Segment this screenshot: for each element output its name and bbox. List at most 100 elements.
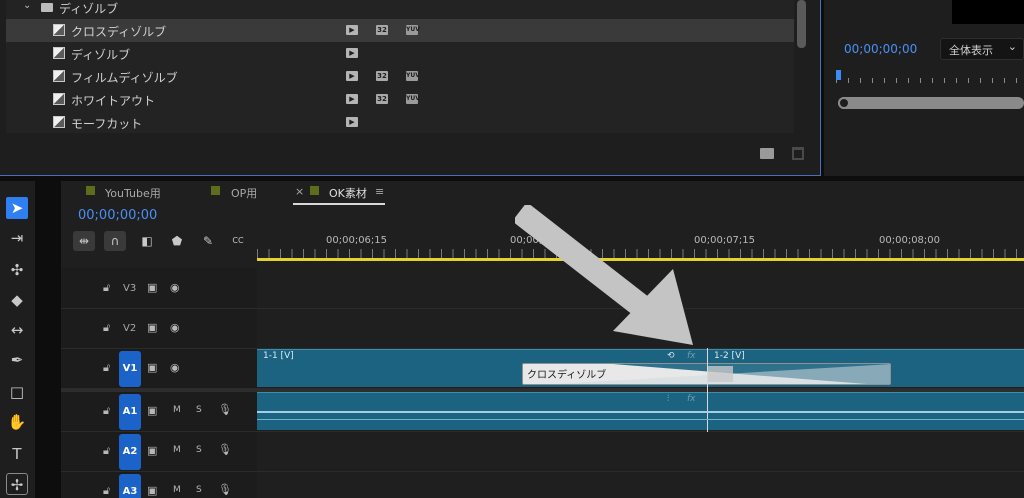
sequence-color-swatch (211, 186, 220, 195)
program-zoom-scrollbar[interactable] (838, 97, 1024, 109)
transition-icon (53, 70, 65, 82)
effect-item-white-out[interactable]: ホワイトアウト ▶ 32 YUV (6, 88, 794, 111)
track-target-v1[interactable]: V1 (119, 351, 141, 387)
track-target-a1[interactable]: A1 (119, 394, 141, 430)
toggle-sync-lock-icon[interactable]: ▣ (147, 404, 157, 417)
program-video-frame (952, 0, 1024, 24)
fit-dropdown-value: 全体表示 (949, 44, 993, 57)
accelerated-icon: ▶ (346, 117, 358, 127)
tools-panel: ➤ ⇥ ✣ ◆ ↔ ✒ □ ✋ T ✢ (0, 181, 35, 498)
razor-tool-icon[interactable]: ◆ (6, 289, 28, 311)
speed-icon: ⟲ (667, 351, 675, 361)
zoom-handle[interactable] (838, 97, 850, 109)
lock-icon[interactable]: 🔓︎ (103, 281, 110, 295)
insert-nest-icon[interactable]: ⇹ (73, 231, 95, 251)
captions-icon[interactable]: CC (227, 231, 249, 251)
lock-icon[interactable]: 🔓︎ (103, 361, 110, 375)
chevron-down-icon: ⌄ (1007, 40, 1017, 53)
track-name: V2 (123, 323, 137, 334)
accelerated-icon: ▶ (346, 25, 358, 35)
time-ruler[interactable] (257, 249, 1024, 258)
eye-icon[interactable]: ◉ (170, 281, 180, 294)
transition-icon (53, 93, 65, 105)
mute-button[interactable]: M (173, 445, 181, 455)
transition-icon (53, 47, 65, 59)
waveform-icon: ⫶ (667, 394, 670, 404)
ripple-edit-tool-icon[interactable]: ✣ (6, 259, 28, 281)
accelerated-icon: ▶ (346, 71, 358, 81)
tab-menu-icon[interactable]: ≡ (375, 185, 384, 198)
rectangle-tool-icon[interactable]: □ (6, 381, 28, 403)
chevron-down-icon[interactable]: ⌄ (23, 0, 31, 11)
yuv-icon: YUV (406, 94, 420, 104)
effects-folder-dissolve[interactable]: ⌄ ディゾルブ (6, 0, 794, 18)
toggle-sync-lock-icon[interactable]: ▣ (147, 444, 157, 457)
lock-icon[interactable]: 🔓︎ (103, 404, 110, 418)
lock-icon[interactable]: 🔓︎ (103, 444, 110, 458)
clip-label: 1-1 [V] (263, 351, 294, 361)
selection-tool-icon[interactable]: ➤ (6, 197, 28, 219)
add-marker-icon[interactable]: ⬟ (166, 231, 188, 251)
solo-button[interactable]: S (196, 445, 202, 455)
effect-item-label: フィルムディゾルブ (71, 71, 178, 85)
ruler-label: 00;00;07;00 (510, 235, 572, 246)
toggle-sync-lock-icon[interactable]: ▣ (147, 361, 157, 374)
lock-icon[interactable]: 🔓︎ (103, 321, 110, 335)
folder-icon (41, 3, 53, 12)
timeline-timecode[interactable]: 00;00;00;00 (78, 208, 157, 223)
track-select-tool-icon[interactable]: ⇥ (6, 227, 28, 249)
track-a2: 🔓︎ A2 ▣ M S 🎙︎ (61, 432, 1024, 472)
microphone-icon[interactable]: 🎙︎ (218, 403, 232, 416)
eye-icon[interactable]: ◉ (170, 321, 180, 334)
ai-tool-icon[interactable]: ✢ (6, 473, 28, 495)
program-timecode[interactable]: 00;00;00;00 (844, 42, 917, 56)
linked-selection-icon[interactable]: ◧ (136, 231, 158, 251)
wrench-settings-icon[interactable]: ✎ (197, 231, 219, 251)
type-tool-icon[interactable]: T (6, 443, 28, 465)
track-target-a2[interactable]: A2 (119, 434, 141, 470)
microphone-icon[interactable]: 🎙︎ (218, 443, 232, 456)
mute-button[interactable]: M (173, 405, 181, 415)
new-bin-icon[interactable] (760, 148, 774, 159)
pen-tool-icon[interactable]: ✒ (6, 349, 28, 371)
ruler-label: 00;00;08;00 (879, 235, 941, 246)
effect-item-dissolve[interactable]: ディゾルブ ▶ (6, 42, 794, 65)
microphone-icon[interactable]: 🎙︎ (218, 483, 232, 496)
tab-ok-footage[interactable]: OK素材 (329, 185, 367, 201)
effect-item-morph-cut[interactable]: モーフカット ▶ (6, 111, 794, 134)
lock-icon[interactable]: 🔓︎ (103, 484, 110, 498)
clip-label: 1-2 [V] (714, 351, 745, 361)
yuv-icon: YUV (406, 71, 420, 81)
hand-tool-icon[interactable]: ✋ (6, 411, 28, 433)
toggle-sync-lock-icon[interactable]: ▣ (147, 484, 157, 497)
solo-button[interactable]: S (196, 405, 202, 415)
32bit-icon: 32 (376, 25, 388, 35)
solo-button[interactable]: S (196, 485, 202, 495)
tab-youtube[interactable]: YouTube用 (105, 185, 161, 201)
effects-panel: ⌄ ディゾルブ クロスディゾルブ ▶ 32 YUV ディゾルブ ▶ フィルムディ… (0, 0, 821, 176)
effect-item-label: クロスディゾルブ (71, 25, 167, 39)
transition-icon (53, 116, 65, 128)
tab-close-icon[interactable]: × (295, 185, 304, 198)
track-a3: 🔓︎ A3 ▣ M S 🎙︎ (61, 472, 1024, 498)
32bit-icon: 32 (376, 71, 388, 81)
eye-icon[interactable]: ◉ (170, 361, 180, 374)
track-target-a3[interactable]: A3 (119, 474, 141, 498)
sequence-color-swatch (86, 186, 95, 195)
snap-magnet-icon[interactable]: ∩ (104, 231, 126, 251)
program-ruler[interactable] (836, 72, 1024, 84)
slip-tool-icon[interactable]: ↔ (6, 319, 28, 341)
mute-button[interactable]: M (173, 485, 181, 495)
effect-item-cross-dissolve[interactable]: クロスディゾルブ ▶ 32 YUV (6, 19, 794, 42)
effect-item-film-dissolve[interactable]: フィルムディゾルブ ▶ 32 YUV (6, 65, 794, 88)
transition-label: クロスディゾルブ (527, 370, 607, 381)
program-playhead[interactable] (836, 70, 841, 80)
track-v2: 🔓︎ V2 ▣ ◉ (61, 309, 1024, 349)
trash-icon[interactable] (792, 147, 804, 160)
toggle-sync-lock-icon[interactable]: ▣ (147, 321, 157, 334)
fit-dropdown[interactable]: 全体表示 ⌄ (940, 38, 1024, 60)
work-area-bar[interactable] (257, 258, 1024, 261)
toggle-sync-lock-icon[interactable]: ▣ (147, 281, 157, 294)
tab-op[interactable]: OP用 (231, 185, 257, 201)
effects-scrollbar[interactable] (797, 0, 806, 48)
